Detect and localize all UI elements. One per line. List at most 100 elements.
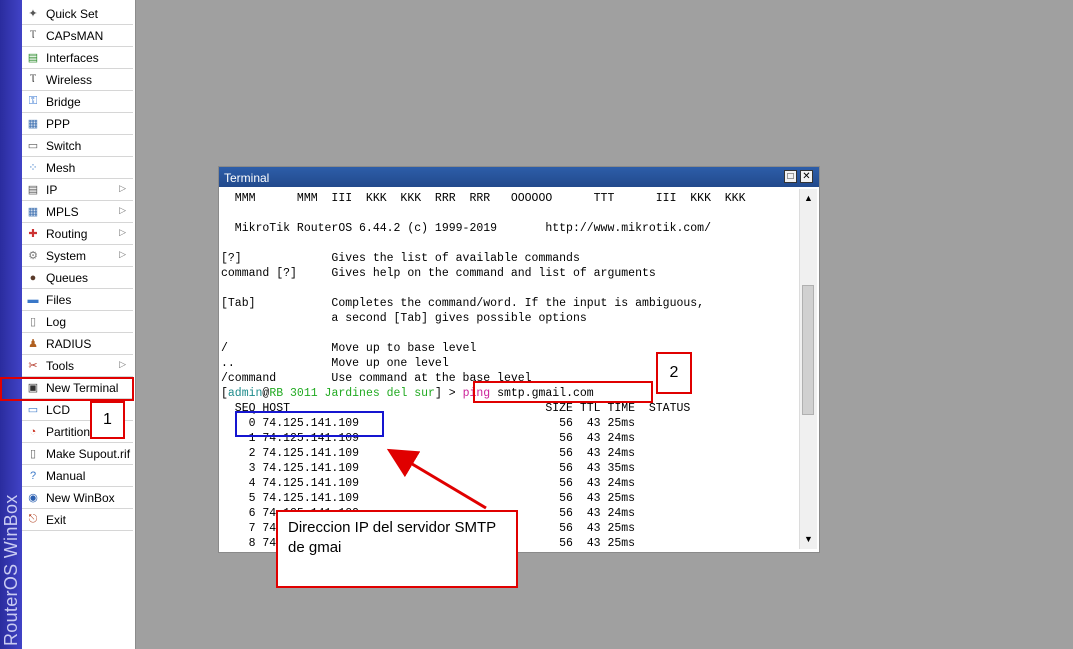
terminal-line: command [?] Gives help on the command an… [221, 267, 656, 280]
sidebar-item-label: Wireless [46, 72, 93, 87]
sidebar-item-bridge[interactable]: ⚿ Bridge [22, 91, 133, 113]
scroll-thumb[interactable] [802, 285, 814, 415]
gear-icon: ⚙ [28, 250, 38, 262]
terminal-scrollbar[interactable]: ▲ ▼ [799, 189, 817, 549]
mpls-icon: ▦ [27, 206, 39, 218]
sidebar-item-new-winbox[interactable]: ◉ New WinBox [22, 487, 133, 509]
sidebar-item-label: MPLS [46, 204, 79, 219]
bridge-icon: ⚿ [28, 95, 38, 107]
new-terminal-highlight [0, 377, 134, 401]
sidebar-item-label: PPP [46, 116, 71, 131]
sidebar-item-routing[interactable]: ✚ Routing ▷ [22, 223, 133, 245]
sidebar-item-quick-set[interactable]: ✦ Quick Set [22, 3, 133, 25]
close-icon: ✕ [802, 171, 811, 182]
sidebar-item-label: Exit [46, 512, 67, 527]
ip-icon: ▤ [27, 184, 39, 196]
sidebar-item-label: Make Supout.rif [46, 446, 131, 461]
terminal-titlebar[interactable]: Terminal □ ✕ [219, 167, 819, 187]
sidebar-item-label: Switch [46, 138, 82, 153]
lcd-icon: ▭ [27, 404, 39, 416]
close-button[interactable]: ✕ [800, 170, 813, 183]
terminal-line: a second [Tab] gives possible options [221, 312, 587, 325]
antenna-icon: Ⲧ [29, 29, 37, 41]
sidebar-item-label: Routing [46, 226, 88, 241]
sidebar-item-label: Manual [46, 468, 86, 483]
terminal-output[interactable]: MMM MMM III KKK KKK RRR RRR OOOOOO TTT I… [221, 189, 798, 549]
prompt-close: ] > [434, 387, 463, 400]
sidebar-item-log[interactable]: ▯ Log [22, 311, 133, 333]
sidebar-item-radius[interactable]: ♟ RADIUS [22, 333, 133, 355]
document-icon: ▯ [29, 448, 37, 460]
brand-label: RouterOS WinBox [1, 494, 21, 646]
ping-result-row: 5 74.125.141.109 56 43 25ms [221, 492, 636, 505]
ip-callout: Direccion IP del servidor SMTP de gmai [276, 510, 518, 588]
terminal-line: MMM MMM III KKK KKK RRR RRR OOOOOO TTT I… [221, 192, 746, 205]
sidebar-item-system[interactable]: ⚙ System ▷ [22, 245, 133, 267]
sidebar-item-label: Quick Set [46, 6, 99, 21]
sidebar-item-mpls[interactable]: ▦ MPLS ▷ [22, 201, 133, 223]
maximize-icon: □ [787, 171, 794, 182]
sidebar-item-manual[interactable]: ? Manual [22, 465, 133, 487]
mesh-icon: ⁘ [28, 162, 38, 174]
sidebar-item-files[interactable]: ▬ Files [22, 289, 133, 311]
sidebar-item-mesh[interactable]: ⁘ Mesh [22, 157, 133, 179]
sidebar-item-label: Interfaces [46, 50, 99, 65]
sidebar-item-label: New WinBox [46, 490, 115, 505]
step-1-badge: 1 [90, 401, 125, 439]
tools-icon: ✂ [28, 360, 38, 372]
submenu-arrow-icon: ▷ [119, 249, 126, 259]
sidebar-item-label: RADIUS [46, 336, 92, 351]
manual-icon: ? [29, 469, 37, 482]
prompt-host: RB 3011 Jardines del sur [269, 387, 435, 400]
radius-icon: ♟ [28, 338, 38, 350]
sidebar-item-make-supout-rif[interactable]: ▯ Make Supout.rif [22, 443, 133, 465]
terminal-line: [?] Gives the list of available commands [221, 252, 580, 265]
maximize-button[interactable]: □ [784, 170, 797, 183]
sidebar-item-exit[interactable]: ⎋ Exit [22, 509, 133, 531]
prompt-user: admin [227, 387, 263, 400]
queues-icon: ● [29, 271, 37, 284]
terminal-line: / Move up to base level [221, 342, 477, 355]
prompt-open: [ [221, 387, 228, 400]
submenu-arrow-icon: ▷ [119, 183, 126, 193]
wand-icon: ✦ [28, 8, 38, 20]
sidebar-menu: ✦ Quick Set Ⲧ CAPsMAN ▤ Interfaces Ⲧ Wireless ⚿ B… [22, 0, 136, 649]
sidebar-item-switch[interactable]: ▭ Switch [22, 135, 133, 157]
wireless-icon: Ⲧ [29, 73, 37, 85]
partition-icon: ◔ [29, 425, 37, 438]
globe-icon: ◉ [28, 492, 38, 504]
sidebar-item-label: IP [46, 182, 58, 197]
submenu-arrow-icon: ▷ [119, 227, 126, 237]
submenu-arrow-icon: ▷ [119, 359, 126, 369]
terminal-title: Terminal [224, 171, 270, 185]
step-2-badge: 2 [656, 352, 692, 394]
sidebar-item-capsman[interactable]: Ⲧ CAPsMAN [22, 25, 133, 47]
folder-icon: ▬ [27, 293, 39, 306]
scroll-down-icon[interactable]: ▼ [801, 532, 816, 547]
sidebar-item-label: Files [46, 292, 72, 307]
sidebar-item-ppp[interactable]: ▦ PPP [22, 113, 133, 135]
ppp-icon: ▦ [27, 118, 39, 130]
log-icon: ▯ [29, 316, 37, 328]
sidebar-item-label: Partition [46, 424, 91, 439]
submenu-arrow-icon: ▷ [119, 205, 126, 215]
terminal-window[interactable]: Terminal □ ✕ MMM MMM III KKK KKK RRR RRR… [218, 166, 820, 553]
routing-icon: ✚ [28, 228, 38, 240]
terminal-line: MikroTik RouterOS 6.44.2 (c) 1999-2019 h… [221, 222, 711, 235]
sidebar-item-wireless[interactable]: Ⲧ Wireless [22, 69, 133, 91]
scroll-up-icon[interactable]: ▲ [801, 191, 816, 206]
sidebar-item-interfaces[interactable]: ▤ Interfaces [22, 47, 133, 69]
sidebar-item-label: Mesh [46, 160, 76, 175]
ethernet-icon: ▤ [27, 52, 39, 64]
exit-icon: ⎋ [28, 513, 38, 525]
sidebar-item-tools[interactable]: ✂ Tools ▷ [22, 355, 133, 377]
sidebar-item-label: Queues [46, 270, 89, 285]
sidebar-item-label: Bridge [46, 94, 81, 109]
sidebar-item-queues[interactable]: ● Queues [22, 267, 133, 289]
terminal-line: [Tab] Completes the command/word. If the… [221, 297, 705, 310]
sidebar-item-label: CAPsMAN [46, 28, 104, 43]
sidebar-item-label: Log [46, 314, 67, 329]
ip-address-highlight [235, 411, 384, 437]
ping-result-row: 3 74.125.141.109 56 43 35ms [221, 462, 636, 475]
sidebar-item-ip[interactable]: ▤ IP ▷ [22, 179, 133, 201]
